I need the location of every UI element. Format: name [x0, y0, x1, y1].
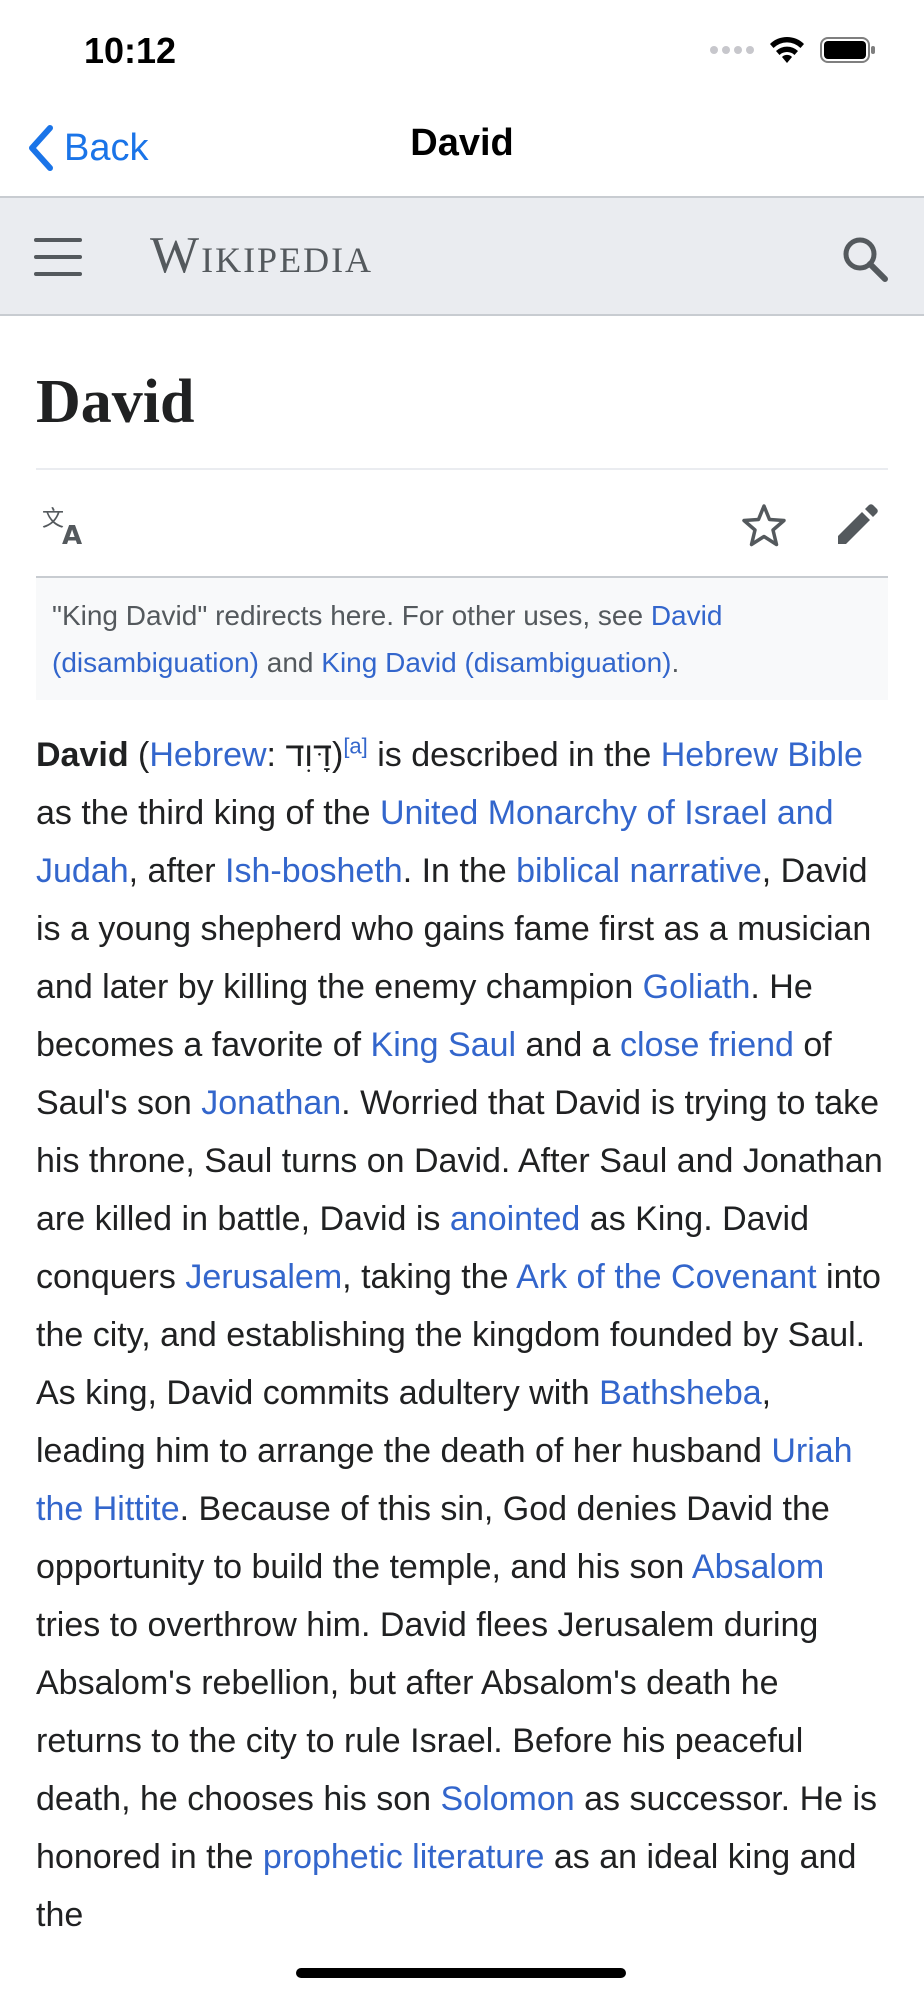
search-icon[interactable] — [840, 234, 890, 284]
navigation-bar: Back David — [0, 100, 924, 196]
paragraph-text: and a — [516, 1026, 621, 1064]
svg-text:文: 文 — [42, 507, 64, 532]
article-link[interactable]: King Saul — [371, 1026, 517, 1064]
paragraph-text: , taking the — [342, 1258, 517, 1296]
hatnote-text: "King David" redirects here. For other u… — [52, 600, 651, 631]
article-link[interactable]: Ark of the Covenant — [516, 1258, 817, 1296]
status-bar: 10:12 — [0, 0, 924, 100]
page-title: David — [36, 368, 195, 436]
status-time: 10:12 — [84, 30, 177, 71]
battery-icon — [820, 37, 875, 63]
nav-title: David — [410, 122, 514, 164]
article-link[interactable]: close friend — [620, 1026, 794, 1064]
article-link[interactable]: Bathsheba — [599, 1374, 762, 1412]
language-icon[interactable]: 文 A — [42, 504, 90, 548]
article-link[interactable]: Absalom — [692, 1548, 824, 1586]
page-actions: 文 A — [36, 470, 888, 578]
article-link[interactable]: anointed — [450, 1200, 580, 1238]
paragraph-text: , after — [128, 852, 226, 890]
cellular-signal-icon — [710, 46, 754, 54]
article-link[interactable]: prophetic literature — [263, 1838, 545, 1876]
hatnote-text: and — [259, 647, 322, 678]
footnote-ref[interactable]: [a] — [343, 734, 367, 759]
wikipedia-wordmark[interactable]: Wikipedia — [150, 226, 373, 285]
wikipedia-header: Wikipedia — [0, 196, 924, 316]
article-link[interactable]: Jonathan — [201, 1084, 341, 1122]
article-subject: David — [36, 736, 129, 774]
wifi-icon — [770, 36, 804, 63]
paragraph-text: : דָּוִד) — [266, 736, 344, 774]
paragraph-text: ( — [128, 736, 150, 774]
pencil-icon[interactable] — [834, 502, 880, 548]
hatnote-text: . — [671, 647, 680, 678]
hamburger-menu-icon[interactable] — [34, 238, 82, 276]
article-content: David 文 A "King David" redirects here. F… — [36, 316, 888, 1978]
paragraph-text: as the third king of the — [36, 794, 380, 832]
article-link[interactable]: Hebrew — [149, 736, 266, 774]
article-link[interactable]: biblical narrative — [516, 852, 762, 890]
article-link[interactable]: Ish-bosheth — [225, 852, 403, 890]
lead-paragraph: David (Hebrew: דָּוִד)[a] is described i… — [36, 726, 888, 1944]
link-king-david-disambiguation[interactable]: King David (disambiguation) — [321, 647, 671, 678]
hatnote: "King David" redirects here. For other u… — [36, 578, 888, 700]
article-link[interactable]: Goliath — [643, 968, 751, 1006]
home-indicator — [296, 1968, 626, 1978]
status-icons — [710, 32, 876, 68]
star-icon[interactable] — [740, 502, 788, 550]
paragraph-text: . In the — [402, 852, 517, 890]
svg-text:A: A — [62, 521, 82, 548]
article-link[interactable]: Hebrew Bible — [661, 736, 863, 774]
paragraph-text: is described in the — [367, 736, 661, 774]
article-link[interactable]: Jerusalem — [185, 1258, 342, 1296]
article-link[interactable]: Solomon — [441, 1780, 575, 1818]
